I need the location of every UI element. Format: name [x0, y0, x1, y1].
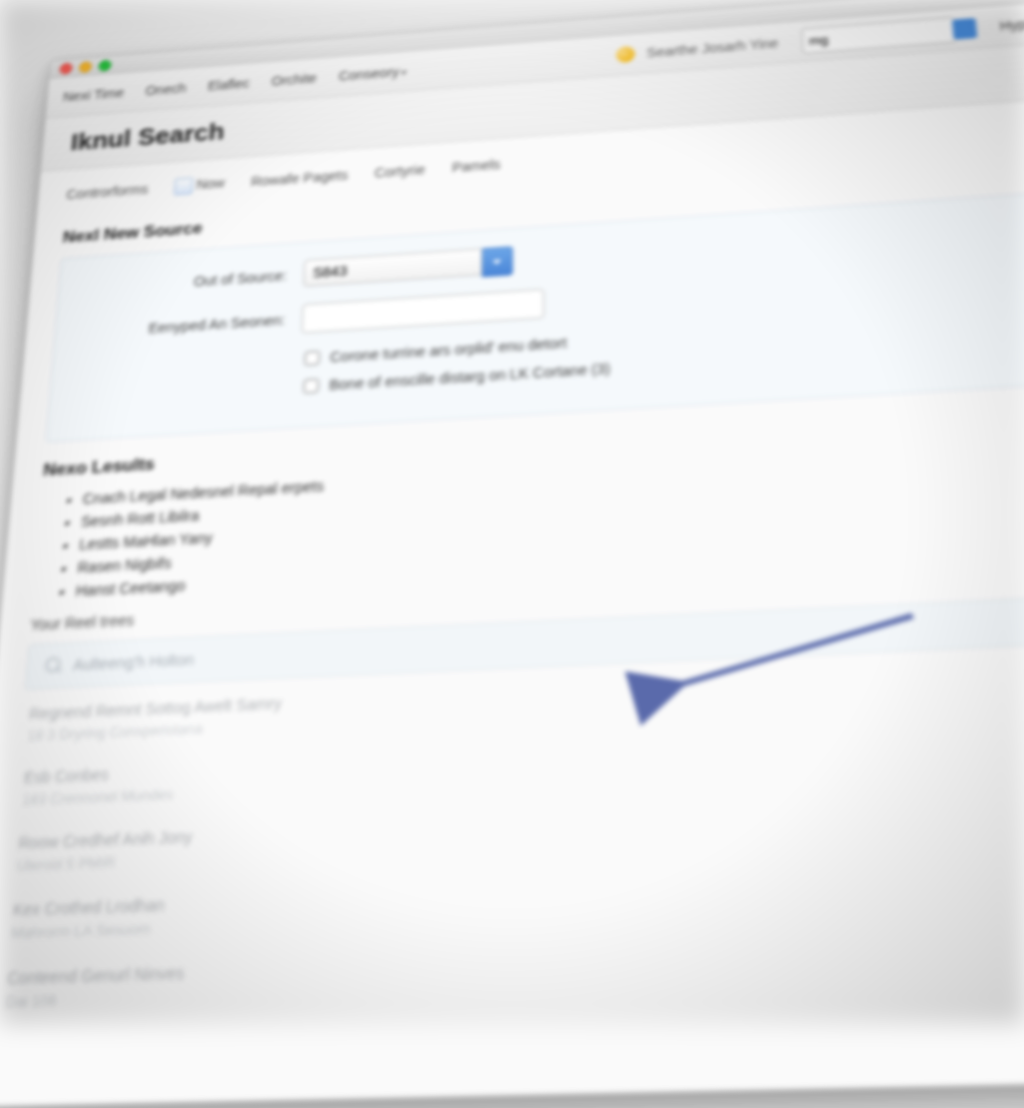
second-input[interactable] [301, 289, 544, 334]
close-icon[interactable] [59, 62, 73, 74]
subtab-item[interactable]: Cortyrie [374, 162, 425, 180]
subtab-item[interactable]: Rowafe Pagets [251, 168, 348, 190]
search-go-button[interactable] [952, 18, 977, 40]
option-label-1: Corone turrine ars orplid' enu detort [330, 335, 567, 365]
toolbar-item[interactable]: Orchite [271, 71, 317, 89]
second-label: Eenyped An Seonen: [78, 312, 286, 341]
search-icon [44, 657, 63, 675]
toolbar-item-dropdown[interactable]: Conseory▾ [338, 64, 406, 83]
source-label: Out of Source: [81, 268, 287, 297]
toolbar-item[interactable]: Onech [145, 81, 187, 98]
search-input[interactable] [801, 17, 956, 54]
history-item[interactable]: Kex Crothed Lrodhan Mahrorm LA Sesuom [10, 860, 1024, 942]
subtab-item[interactable]: Controrforms [66, 182, 149, 202]
toolbar-item[interactable]: Elaflec [208, 76, 250, 93]
history-item[interactable]: Conteend Genurl Ninves Dai 106 [5, 933, 1024, 1012]
history-search-placeholder: Aulteeng'h Holton [73, 651, 195, 674]
smiley-icon [616, 46, 635, 64]
toolbar-item[interactable]: Nexi Time [63, 85, 125, 104]
minimize-icon[interactable] [79, 61, 93, 73]
page-icon [174, 178, 193, 196]
subtab-item[interactable]: Pamels [452, 157, 501, 175]
select-dropdown-button[interactable] [482, 247, 513, 278]
option-label-2: Bone of enscille distarg on LK Cortane (… [329, 361, 610, 394]
option-checkbox-1[interactable] [304, 351, 319, 366]
option-checkbox-2[interactable] [303, 379, 318, 394]
subtab-item-new[interactable]: Now [174, 175, 225, 195]
search-label: Searthe Josarh Yine [647, 36, 779, 60]
history-list: Regnend Remnt Sottog Awelt Samry 18 3 Dr… [0, 637, 1024, 1056]
source-select[interactable]: S843 [303, 249, 482, 288]
zoom-icon[interactable] [98, 59, 112, 71]
toolbar-user-menu[interactable]: Hypin 1▾ [999, 14, 1024, 33]
